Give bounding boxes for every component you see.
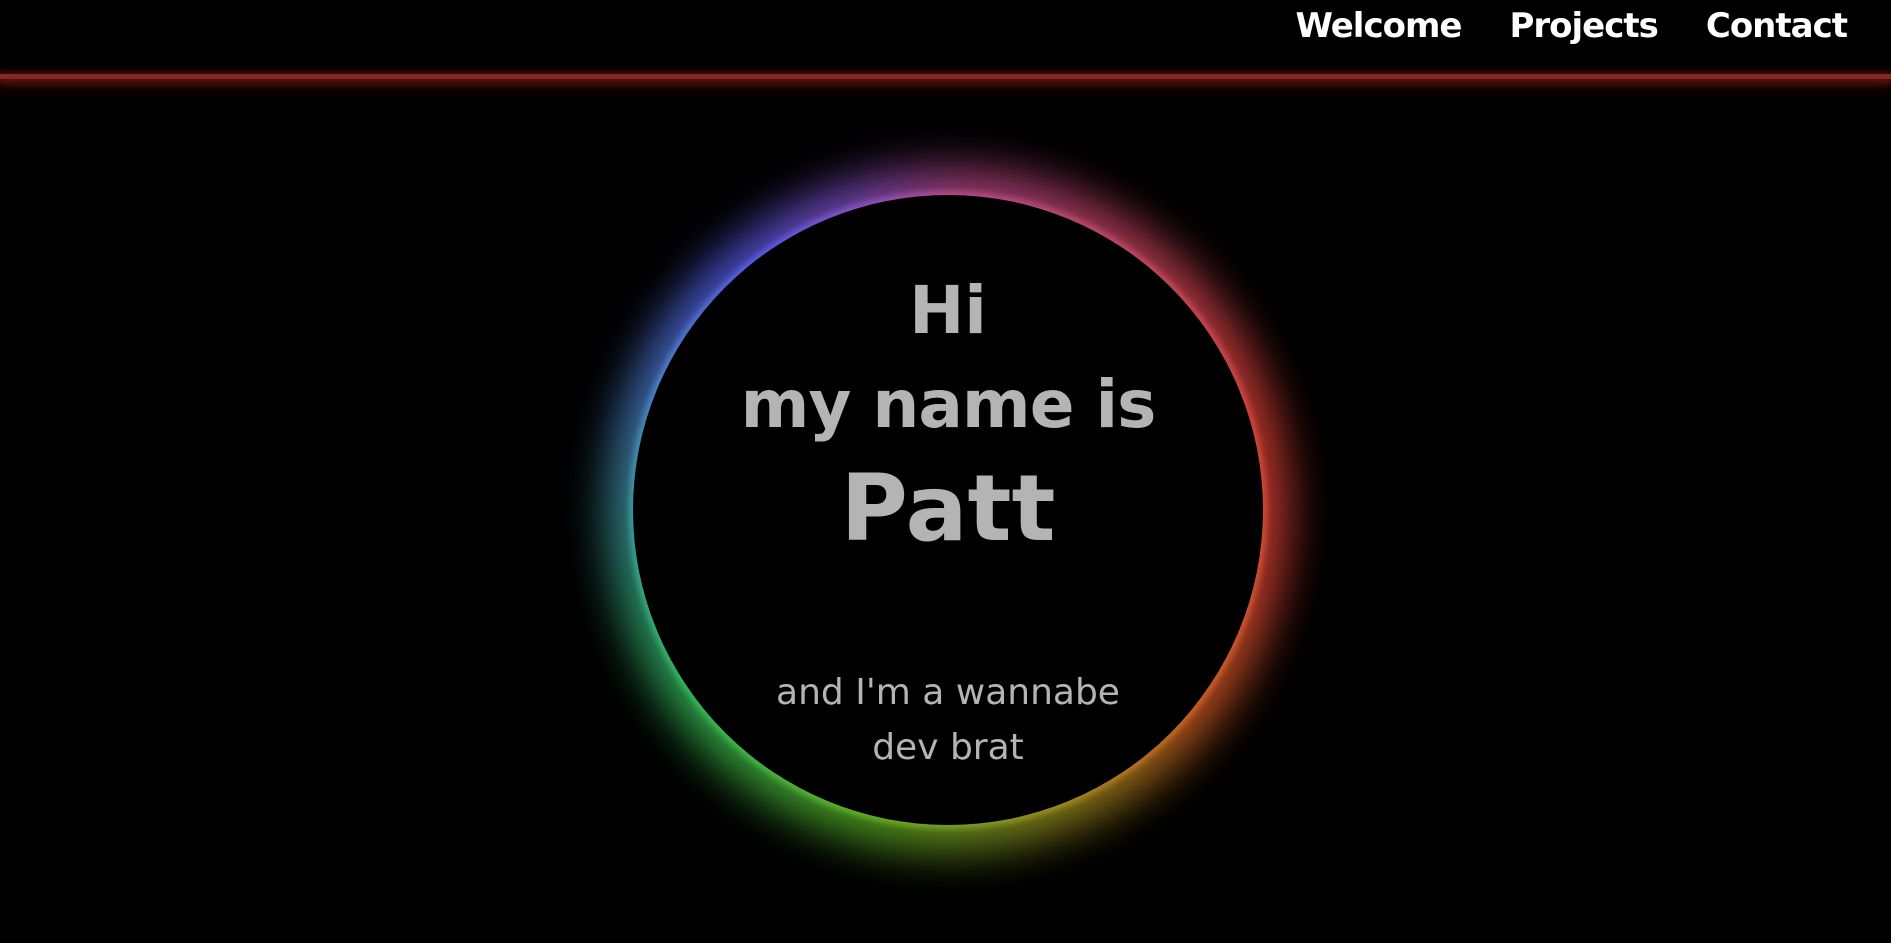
name-heading: Patt [840, 455, 1056, 562]
tagline-text: and I'm a wannabe dev brat [776, 672, 1120, 768]
greeting-heading: Hi [909, 272, 987, 349]
nav-link-welcome[interactable]: Welcome [1295, 4, 1462, 48]
page: Welcome Projects Contact Hi my name is P… [0, 0, 1891, 943]
hero-intro: Hi my name is Patt and I'm a wannabe dev… [633, 195, 1263, 825]
intro-heading: my name is [740, 366, 1157, 443]
nav-link-contact[interactable]: Contact [1706, 4, 1848, 48]
nav-link-projects[interactable]: Projects [1509, 4, 1658, 48]
nav-links: Welcome Projects Contact [1295, 4, 1848, 48]
top-navbar: Welcome Projects Contact [0, 0, 1891, 74]
nav-divider-glow [0, 74, 1891, 79]
